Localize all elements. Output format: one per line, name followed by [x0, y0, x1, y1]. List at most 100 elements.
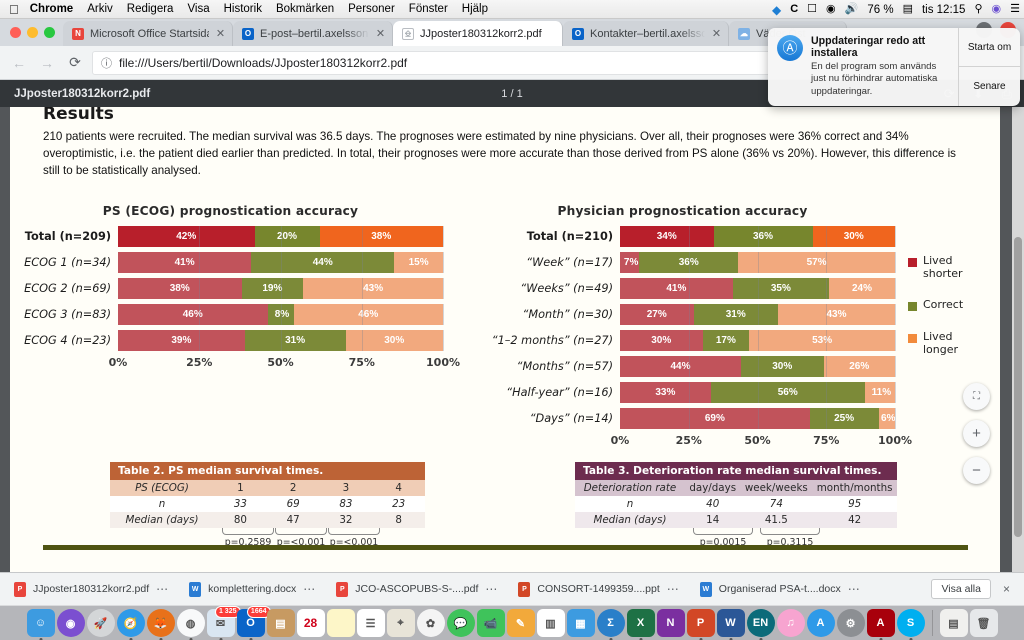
download-item[interactable]: P CONSORT-1499359....ppt ⋯ — [508, 581, 689, 597]
gridline — [280, 304, 282, 325]
clock-label[interactable]: tis 12:15 — [922, 4, 965, 16]
tab-jjposter-pdf[interactable]: ⎒ JJposter180312korr2.pdf — [393, 21, 563, 46]
dock-icon-mail[interactable]: ✉ 1 325 — [206, 606, 241, 640]
siri-icon[interactable]: ◉ — [992, 4, 1002, 15]
tab-office-startsida[interactable]: N Microsoft Office Startsida ✕ — [63, 21, 233, 46]
dock-icon-photos[interactable]: ✿ — [416, 609, 445, 637]
download-item-menu-icon[interactable]: ⋯ — [485, 582, 498, 596]
fit-to-page-icon[interactable]: ⛶ — [963, 383, 990, 410]
download-item[interactable]: P JJposter180312korr2.pdf ⋯ — [4, 581, 179, 597]
chart-segment-lived-shorter: 34% — [620, 226, 714, 247]
dock-icon-outlook[interactable]: O 1664 — [236, 606, 271, 640]
download-item[interactable]: P JCO-ASCOPUBS-S-....pdf ⋯ — [326, 581, 508, 597]
gridline — [826, 226, 828, 247]
close-icon[interactable]: ✕ — [375, 27, 386, 40]
dock-icon-itunes[interactable]: ♫ — [776, 609, 805, 637]
close-icon[interactable]: ✕ — [711, 27, 722, 40]
chart-segment-lived-longer: 38% — [319, 226, 443, 247]
chart-row-bars: 30% 17% 53% — [620, 330, 896, 351]
dock-icon-trash[interactable]: 🗑 — [969, 609, 998, 637]
download-item[interactable]: W Organiserad PSA-t....docx ⋯ — [690, 581, 871, 597]
dock-icon-numbers[interactable]: ▥ — [536, 609, 565, 637]
download-item-menu-icon[interactable]: ⋯ — [303, 582, 316, 596]
menu-item-bokmarken[interactable]: Bokmärken — [276, 3, 334, 15]
menu-item-hjalp[interactable]: Hjälp — [462, 3, 488, 15]
menu-item-personer[interactable]: Personer — [348, 3, 395, 15]
download-item-menu-icon[interactable]: ⋯ — [667, 582, 680, 596]
menu-item-chrome[interactable]: Chrome — [30, 3, 73, 15]
dock-icon-system-preferences[interactable]: ⚙ — [836, 609, 865, 637]
dock-icon-app-store[interactable]: A — [806, 609, 835, 637]
menu-item-visa[interactable]: Visa — [187, 3, 209, 15]
dock-icon-calendar[interactable]: 28 — [296, 609, 325, 637]
caffeine-icon[interactable]: C — [790, 4, 798, 15]
menu-item-fonster[interactable]: Fönster — [409, 3, 448, 15]
control-center-icon[interactable]: ☰ — [1010, 4, 1020, 15]
back-arrow-icon[interactable]: ← — [8, 55, 30, 71]
tab-label: Microsoft Office Startsida — [90, 27, 209, 40]
dock-icon-acrobat[interactable]: A — [866, 609, 895, 640]
dock-icon-notes[interactable] — [326, 609, 355, 637]
scrollbar-thumb[interactable] — [1014, 237, 1022, 537]
download-item-menu-icon[interactable]: ⋯ — [156, 582, 169, 596]
show-all-downloads-button[interactable]: Visa alla — [931, 579, 991, 599]
later-button[interactable]: Senare — [959, 66, 1020, 105]
dock-icon-messages[interactable]: 💬 — [446, 609, 475, 637]
forward-arrow-icon[interactable]: → — [36, 55, 58, 71]
wifi-icon[interactable]: ◉ — [826, 4, 836, 15]
tab-kontakter[interactable]: O Kontakter–bertil.axelsson@reg ✕ — [563, 21, 729, 46]
dropbox-icon[interactable]: ◆ — [772, 4, 781, 16]
download-item-menu-icon[interactable]: ⋯ — [848, 582, 861, 596]
dock-icon-safari[interactable]: 🧭 — [116, 609, 145, 640]
dock-icon-onenote[interactable]: N — [656, 609, 685, 637]
maximize-window-button[interactable] — [44, 27, 55, 38]
zoom-in-button[interactable]: + — [963, 420, 990, 447]
dock-icon-firefox[interactable]: 🦊 — [146, 609, 175, 640]
dock-icon-pages[interactable]: ✎ — [506, 609, 535, 637]
close-icon[interactable]: ✕ — [215, 27, 226, 40]
zoom-out-button[interactable]: − — [963, 457, 990, 484]
dock-icon-powerpoint[interactable]: P — [686, 609, 715, 640]
menu-item-arkiv[interactable]: Arkiv — [87, 3, 113, 15]
restart-button[interactable]: Starta om — [959, 28, 1020, 66]
search-icon[interactable]: ⚲ — [974, 4, 982, 15]
info-circle-icon[interactable]: ⓘ — [101, 55, 112, 71]
battery-icon[interactable]: ▤ — [903, 4, 913, 15]
dock-icon-reminders[interactable]: ☰ — [356, 609, 385, 637]
airplay-icon[interactable]: ☐ — [807, 4, 817, 15]
dock-icon-downloads-stack[interactable]: ▤ — [939, 609, 968, 637]
reload-icon[interactable]: ⟳ — [64, 54, 86, 71]
dock-icon-contacts[interactable]: ▤ — [266, 609, 295, 637]
dock-icon-maps[interactable]: ⌖ — [386, 609, 415, 637]
minimize-window-button[interactable] — [27, 27, 38, 38]
dock-icon-excel[interactable]: X — [626, 609, 655, 640]
apple-menu-icon[interactable]:  — [9, 3, 19, 16]
legend-item: Lived longer — [908, 330, 988, 356]
dock-icon-endnote[interactable]: EN — [746, 609, 775, 640]
dock-icon-keynote[interactable]: ▦ — [566, 609, 595, 637]
close-window-button[interactable] — [10, 27, 21, 38]
gridline — [199, 252, 201, 273]
dock-icon-skype[interactable]: S — [896, 609, 925, 640]
chart-segment-lived-longer: 57% — [738, 252, 895, 273]
close-shelf-icon[interactable]: × — [1003, 582, 1010, 596]
menu-item-redigera[interactable]: Redigera — [127, 3, 174, 15]
dock-icon-facetime[interactable]: 📹 — [476, 609, 505, 637]
dock-icon-siri[interactable]: ◉ — [56, 609, 85, 637]
tab-epost[interactable]: O E-post–bertil.axelsson@region ✕ — [233, 21, 393, 46]
chart-row-bars: 41% 44% 15% — [118, 252, 444, 273]
download-item[interactable]: Wkomplettering.docx ⋯ — [179, 581, 326, 597]
dock-icon-finder[interactable]: ☺ — [26, 609, 55, 640]
dock-icon-spss[interactable]: Σ — [596, 609, 625, 640]
pdf-scrollbar[interactable] — [1012, 107, 1024, 572]
pdf-icon: ⎒ — [402, 27, 414, 40]
gridline — [443, 330, 444, 351]
menu-item-historik[interactable]: Historik — [224, 3, 262, 15]
chart-segment-correct: 30% — [741, 356, 824, 377]
dock-icon-chrome[interactable]: ◍ — [176, 609, 205, 640]
dock-icon-word[interactable]: W — [716, 609, 745, 640]
chart-segment-lived-shorter: 27% — [620, 304, 694, 325]
dock-icon-launchpad[interactable]: 🚀 — [86, 609, 115, 637]
chart-x-axis: 0% 25% 50% 75% 100% — [109, 356, 460, 372]
volume-icon[interactable]: 🔊 — [845, 4, 859, 15]
